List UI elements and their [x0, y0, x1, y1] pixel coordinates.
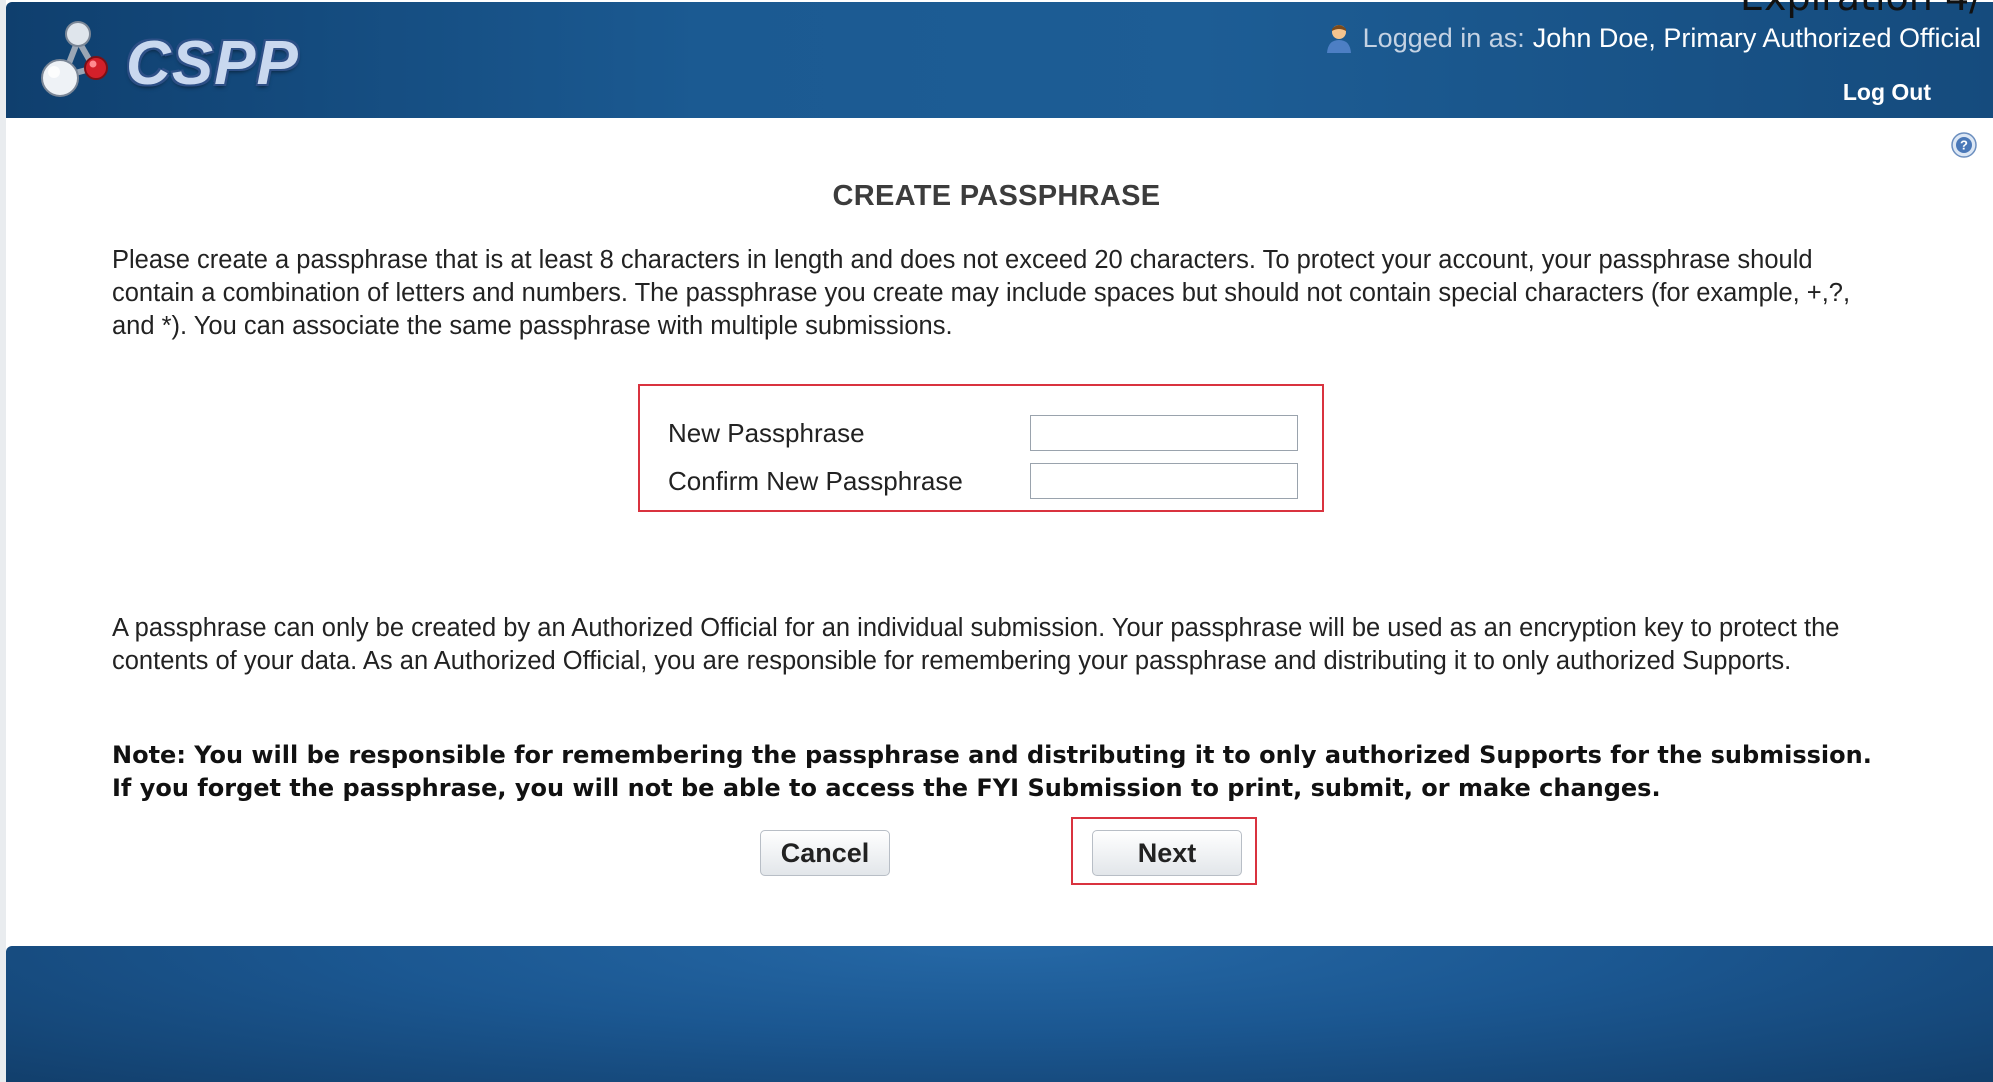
page-title: CREATE PASSPHRASE	[832, 180, 1161, 212]
molecule-logo-icon	[41, 21, 108, 97]
help-icon[interactable]: ?	[1951, 132, 1977, 158]
new-passphrase-label: New Passphrase	[668, 418, 865, 448]
footer-bar	[6, 946, 1993, 1082]
cancel-button[interactable]: Cancel	[760, 830, 890, 876]
left-edge	[0, 0, 6, 1082]
confirm-passphrase-label: Confirm New Passphrase	[668, 466, 963, 496]
logout-link[interactable]: Log Out	[1843, 79, 1931, 106]
logged-in-prefix: Logged in as:	[1362, 22, 1525, 53]
info-text: A passphrase can only be created by an A…	[112, 614, 1840, 675]
note-text: Note: You will be responsible for rememb…	[112, 741, 1872, 802]
logged-in-status: Logged in as: John Doe, Primary Authoriz…	[1325, 22, 1981, 54]
cspp-logo[interactable]: CSPP	[38, 16, 308, 102]
user-name: John Doe, Primary Authorized Official	[1532, 22, 1981, 53]
svg-text:?: ?	[1960, 138, 1968, 153]
passphrase-form: New Passphrase Confirm New Passphrase	[638, 384, 1324, 512]
expiration-text: Expiration 4/	[1740, 0, 1982, 16]
logo-text: CSPP	[126, 29, 299, 98]
user-icon	[1326, 25, 1351, 53]
confirm-passphrase-input[interactable]	[1030, 463, 1298, 499]
next-button[interactable]: Next	[1092, 830, 1242, 876]
header-bar: CSPP Logged in as: John Doe, Primary Aut…	[6, 2, 1993, 118]
new-passphrase-input[interactable]	[1030, 415, 1298, 451]
intro-text: Please create a passphrase that is at le…	[112, 246, 1851, 340]
